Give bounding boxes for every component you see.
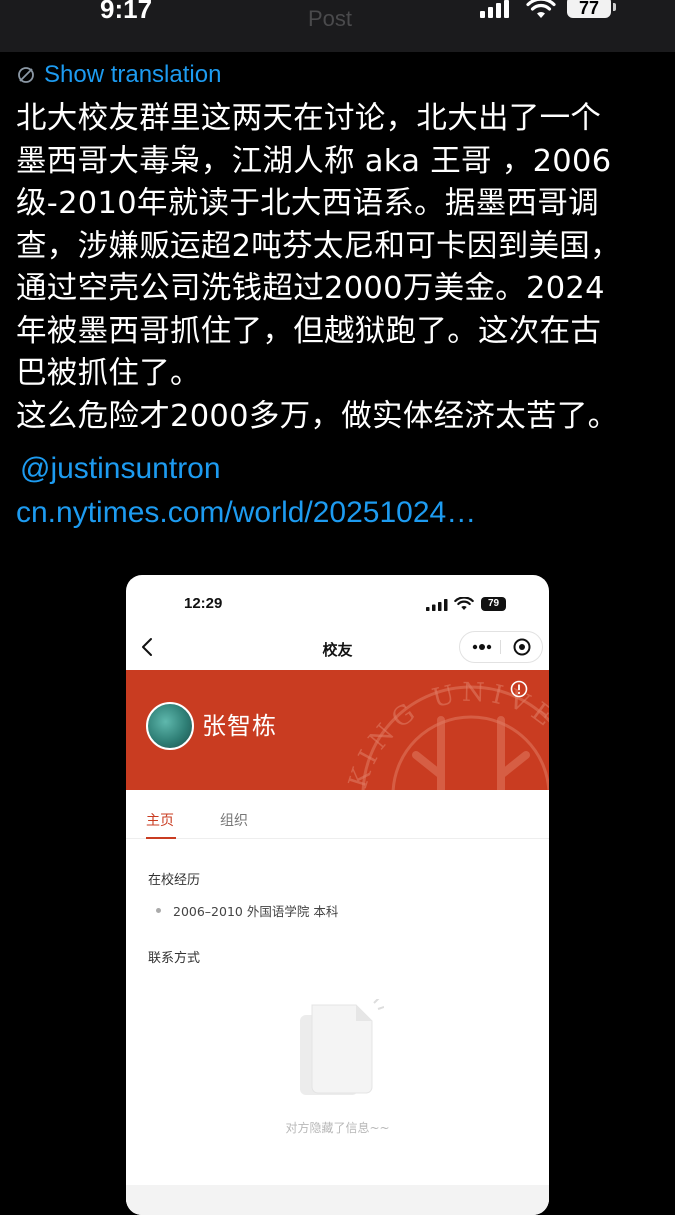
embedded-signal-icon xyxy=(426,599,448,611)
cellular-signal-icon xyxy=(480,0,509,18)
tweet-text-line: 通过空壳公司洗钱超过2000万美金。2024 xyxy=(16,271,605,306)
tweet-text-line: 年被墨西哥抓住了，但越狱跑了。这次在古 xyxy=(16,313,602,349)
show-translation-label: Show translation xyxy=(44,61,222,88)
embedded-status-bar: 12:29 79 xyxy=(126,575,549,623)
capsule-divider xyxy=(500,640,501,654)
education-item: 2006–2010 外国语学院 本科 xyxy=(156,901,338,920)
status-bar: 9:17 Post 77 xyxy=(0,0,675,52)
tab-home[interactable]: 主页 xyxy=(146,810,174,830)
faded-header-title: Post xyxy=(308,6,353,31)
embedded-screenshot[interactable]: 12:29 79 校友 KING UNIVE 张智栋 主页 组织 在校经历 20… xyxy=(126,575,549,1215)
mini-program-close-icon[interactable] xyxy=(512,637,532,657)
info-alert-icon[interactable] xyxy=(510,680,528,698)
status-time: 9:17 xyxy=(100,0,153,24)
tweet-text-line: 这么危险才2000多万，做实体经济太苦了。 xyxy=(16,398,619,434)
empty-document-icon xyxy=(300,999,384,1095)
mention-link[interactable]: @justinsuntron xyxy=(20,452,221,486)
avatar[interactable] xyxy=(146,702,194,750)
article-url-link[interactable]: cn.nytimes.com/world/20251024… xyxy=(16,496,476,530)
profile-name: 张智栋 xyxy=(202,712,277,740)
tweet-text-line: 巴被抓住了。 xyxy=(16,356,201,391)
embedded-wifi-icon xyxy=(454,597,474,610)
embedded-nav-bar: 校友 xyxy=(126,627,549,669)
embedded-footer-bar xyxy=(126,1185,549,1215)
tab-organization[interactable]: 组织 xyxy=(220,810,248,830)
tweet-text: 北大校友群里这两天在讨论，北大出了一个 墨西哥大毒枭，江湖人称 aka 王哥 ，… xyxy=(16,98,666,438)
tweet-text-line: 级-2010年就读于北大西语系。据墨西哥调 xyxy=(16,186,599,221)
wifi-icon xyxy=(526,0,556,18)
profile-tabs: 主页 组织 xyxy=(126,790,549,839)
tweet-text-line: 墨西哥大毒枭，江湖人称 aka 王哥 ，2006 xyxy=(16,143,612,179)
mini-program-capsule xyxy=(459,631,543,663)
contact-section-title: 联系方式 xyxy=(148,951,201,966)
profile-banner: KING UNIVERS 张智栋 xyxy=(126,670,549,790)
hidden-info-message: 对方隐藏了信息~~ xyxy=(285,1121,390,1135)
translate-icon xyxy=(18,67,34,83)
battery-icon: 77 xyxy=(567,0,616,18)
embedded-status-time: 12:29 xyxy=(184,595,223,612)
tweet-text-line: 查，涉嫌贩运超2吨芬太尼和可卡因到美国， xyxy=(16,228,621,264)
profile-content: 在校经历 2006–2010 外国语学院 本科 联系方式 对方隐藏了信息~~ xyxy=(126,839,549,1215)
bullet-icon xyxy=(156,908,161,913)
tweet-text-line: 北大校友群里这两天在讨论，北大出了一个 xyxy=(16,101,602,136)
show-translation-button[interactable]: Show translation xyxy=(16,58,221,92)
education-item-text: 2006–2010 外国语学院 本科 xyxy=(173,904,339,919)
embedded-battery-icon: 79 xyxy=(481,597,506,611)
education-section-title: 在校经历 xyxy=(148,873,201,888)
more-dots-icon[interactable] xyxy=(472,641,492,653)
